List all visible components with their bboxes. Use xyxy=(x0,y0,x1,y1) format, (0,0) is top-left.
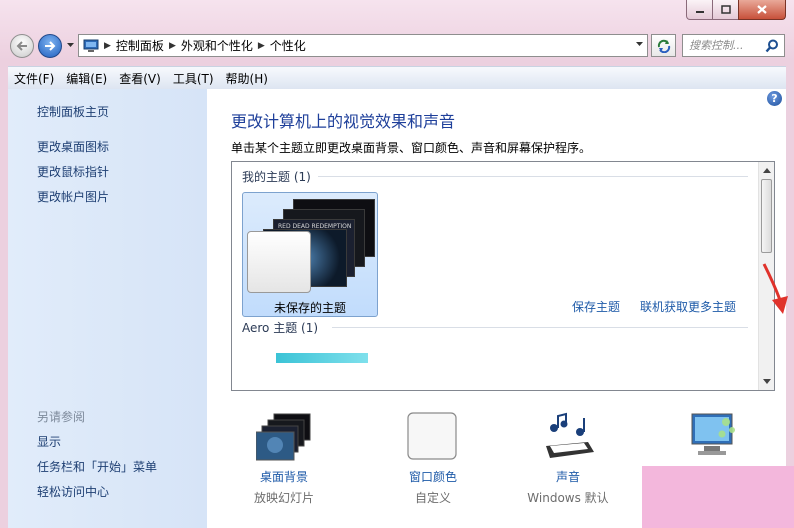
menu-edit[interactable]: 编辑(E) xyxy=(60,70,113,87)
desktop-background-label[interactable]: 桌面背景 xyxy=(229,468,339,485)
window-color-label[interactable]: 窗口颜色 xyxy=(378,468,488,485)
search-input[interactable] xyxy=(689,39,765,52)
page-description: 单击某个主题立即更改桌面背景、窗口颜色、声音和屏幕保护程序。 xyxy=(231,141,592,155)
menu-bar: 文件(F) 编辑(E) 查看(V) 工具(T) 帮助(H) xyxy=(8,66,786,90)
scroll-down-icon xyxy=(763,378,771,384)
search-box[interactable] xyxy=(682,34,785,57)
page-title: 更改计算机上的视觉效果和声音 xyxy=(231,112,456,131)
refresh-button[interactable] xyxy=(651,34,676,57)
see-also-link-taskbar-start-menu[interactable]: 任务栏和「开始」菜单 xyxy=(37,458,157,475)
annotation-arrow xyxy=(762,263,788,314)
theme-list: 我的主题 (1) RED DEAD REDEMPTION 未保存的主题 保存主题… xyxy=(231,161,775,391)
close-button[interactable] xyxy=(738,0,786,20)
sidebar-link-change-desktop-icons[interactable]: 更改桌面图标 xyxy=(37,138,109,155)
control-panel-window: ▶ 控制面板 ▶ 外观和个性化 ▶ 个性化 文件(F) 编辑(E) 查看(V) … xyxy=(0,0,794,528)
sounds-value: Windows 默认 xyxy=(527,491,609,505)
breadcrumb-appearance[interactable]: 外观和个性化 xyxy=(181,37,253,54)
recent-pages-dropdown-icon[interactable] xyxy=(66,42,75,48)
search-icon[interactable] xyxy=(765,39,779,53)
chevron-right-icon[interactable]: ▶ xyxy=(104,41,111,51)
sidebar-link-change-account-picture[interactable]: 更改帐户图片 xyxy=(37,188,109,205)
forward-arrow-icon xyxy=(45,41,56,51)
theme-thumbnail: RED DEAD REDEMPTION xyxy=(247,197,375,293)
scroll-up-icon xyxy=(763,167,771,173)
title-bar xyxy=(0,0,794,26)
address-bar[interactable]: ▶ 控制面板 ▶ 外观和个性化 ▶ 个性化 xyxy=(78,34,648,57)
content-area: 控制面板主页 更改桌面图标 更改鼠标指针 更改帐户图片 另请参阅 显示 任务栏和… xyxy=(8,89,788,528)
back-button[interactable] xyxy=(10,34,34,58)
breadcrumb-personalization[interactable]: 个性化 xyxy=(270,37,306,54)
my-themes-header: 我的主题 (1) xyxy=(242,170,311,184)
forward-button[interactable] xyxy=(38,34,62,58)
breadcrumb-control-panel[interactable]: 控制面板 xyxy=(116,37,164,54)
chevron-right-icon[interactable]: ▶ xyxy=(169,41,176,51)
sidebar-link-control-panel-home[interactable]: 控制面板主页 xyxy=(37,103,109,120)
window-color-icon xyxy=(407,412,457,460)
screen-saver-icon xyxy=(691,413,735,455)
see-also-heading: 另请参阅 xyxy=(37,410,86,424)
menu-file[interactable]: 文件(F) xyxy=(8,70,60,87)
window-color-value: 自定义 xyxy=(414,491,451,505)
get-more-themes-link[interactable]: 联机获取更多主题 xyxy=(640,298,736,315)
back-arrow-icon xyxy=(16,41,27,51)
background-corner xyxy=(642,466,794,528)
aero-themes-header: Aero 主题 (1) xyxy=(242,321,319,335)
refresh-icon xyxy=(657,39,670,53)
control-panel-icon xyxy=(83,39,99,53)
desktop-background-icon xyxy=(256,413,311,461)
minimize-button[interactable] xyxy=(686,0,713,20)
maximize-button[interactable] xyxy=(712,0,739,20)
group-divider xyxy=(318,176,748,177)
maximize-icon xyxy=(720,5,731,14)
main-pane: ? 更改计算机上的视觉效果和声音 单击某个主题立即更改桌面背景、窗口颜色、声音和… xyxy=(207,89,788,528)
scroll-up-button[interactable] xyxy=(759,162,774,178)
menu-tools[interactable]: 工具(T) xyxy=(167,70,220,87)
close-icon xyxy=(757,5,767,14)
theme-tile-unsaved[interactable]: RED DEAD REDEMPTION 未保存的主题 xyxy=(242,192,378,317)
sound-icon xyxy=(546,412,594,458)
task-pane: 控制面板主页 更改桌面图标 更改鼠标指针 更改帐户图片 另请参阅 显示 任务栏和… xyxy=(8,89,207,528)
sounds-label[interactable]: 声音 xyxy=(513,468,623,485)
see-also-link-display[interactable]: 显示 xyxy=(37,433,61,450)
chevron-right-icon[interactable]: ▶ xyxy=(258,41,265,51)
desktop-background-value: 放映幻灯片 xyxy=(253,491,314,505)
group-divider xyxy=(332,327,748,328)
minimize-icon xyxy=(695,10,704,13)
window-color-preview xyxy=(247,231,311,293)
menu-view[interactable]: 查看(V) xyxy=(113,70,167,87)
address-dropdown-icon[interactable] xyxy=(635,41,644,47)
see-also-link-ease-of-access[interactable]: 轻松访问中心 xyxy=(37,483,109,500)
scroll-down-button[interactable] xyxy=(759,373,774,389)
theme-label: 未保存的主题 xyxy=(273,301,346,315)
address-row: ▶ 控制面板 ▶ 外观和个性化 ▶ 个性化 xyxy=(0,30,794,62)
aero-theme-thumbnail[interactable] xyxy=(276,353,368,363)
help-icon[interactable]: ? xyxy=(767,91,782,106)
sidebar-link-change-mouse-pointers[interactable]: 更改鼠标指针 xyxy=(37,163,109,180)
save-theme-link[interactable]: 保存主题 xyxy=(572,298,620,315)
menu-help[interactable]: 帮助(H) xyxy=(220,70,274,87)
scrollbar-thumb[interactable] xyxy=(761,179,772,253)
